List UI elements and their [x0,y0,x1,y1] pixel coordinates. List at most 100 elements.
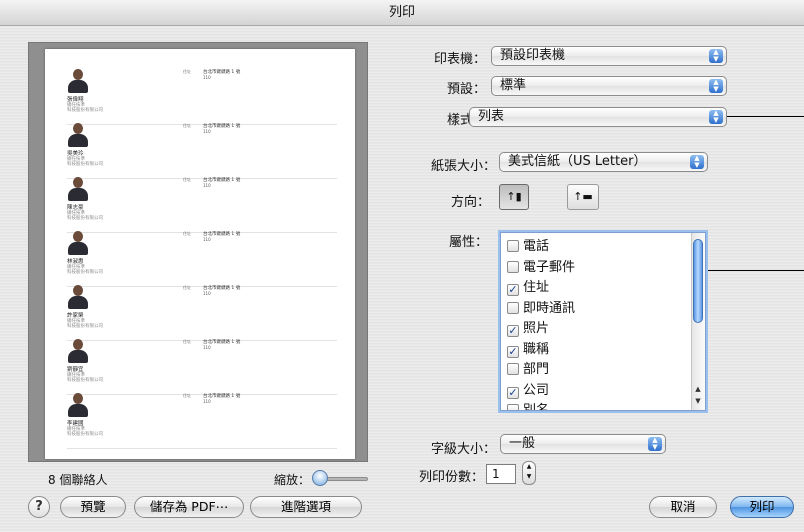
attribute-item[interactable]: 別名 [507,401,550,411]
contact-address-label: 住址 [183,123,191,128]
font-size-popup[interactable]: 一般 ▲ ▼ [500,434,666,454]
orientation-landscape-button[interactable]: ↑▬ [567,184,599,210]
contact-photo [67,339,89,363]
contact-photo [67,285,89,309]
printer-popup[interactable]: 預設印表機 ▲ ▼ [491,46,727,66]
contact-company: 科技股份有限公司 [67,108,103,113]
presets-value: 標準 [500,78,527,93]
attribute-item[interactable]: 部門 [507,360,549,380]
attribute-item[interactable]: 即時通訊 [507,299,575,319]
attribute-item[interactable]: ✓ 職稱 [507,340,549,360]
preview-contact-row: 李建國 總任技準 科技股份有限公司 住址 台北市鍵鍵路 1 號 110 [67,393,337,449]
contact-zip: 110 [203,237,211,242]
attribute-label: 住址 [523,280,550,295]
contact-company: 科技股份有限公司 [67,162,103,167]
scroll-up-arrow-icon[interactable]: ▲ [693,384,703,394]
style-callout-line [727,116,804,117]
advanced-options-button[interactable]: 進階選項 [250,496,362,518]
attribute-label: 即時通訊 [523,300,576,316]
paper-size-label: 紙張大小： [430,159,496,174]
contact-photo [67,177,89,201]
attribute-checkbox[interactable]: ✓ [507,386,519,399]
attribute-checkbox[interactable] [507,363,519,375]
attribute-label: 別名 [523,403,550,411]
preview-contact-row: 吳美玲 總任技準 科技股份有限公司 住址 台北市鍵鍵路 1 號 110 [67,123,337,179]
style-value: 列表 [478,109,505,124]
copies-stepper[interactable]: ▲ ▼ [522,461,536,485]
contact-count: 8 個聯絡人 [48,473,108,487]
printer-value: 預設印表機 [500,48,566,63]
attribute-checkbox[interactable] [507,240,519,252]
cancel-button[interactable]: 取消 [649,496,717,518]
attributes-scrollbar[interactable]: ▲ ▼ [691,233,705,410]
preview-pane: 張偉翔 總任技準 科技股份有限公司 住址 台北市鍵鍵路 1 號 110 吳美玲 總任技準 科技股… [28,42,368,462]
scroll-down-arrow-icon[interactable]: ▼ [693,396,703,406]
contact-company: 科技股份有限公司 [67,270,103,275]
preview-contact-row: 劉靜宜 總任技準 科技股份有限公司 住址 台北市鍵鍵路 1 號 110 [67,339,337,395]
attribute-item[interactable]: 電子郵件 [507,258,575,278]
contact-zip: 110 [203,129,211,134]
preview-contact-row: 許家榮 總任技準 科技股份有限公司 住址 台北市鍵鍵路 1 號 110 [67,285,337,341]
paper-size-value: 美式信紙（US Letter） [508,154,647,169]
copies-input[interactable]: 1 [486,464,516,484]
preview-button[interactable]: 預覽 [60,496,126,518]
attribute-label: 電子郵件 [523,259,576,275]
contact-company: 科技股份有限公司 [67,324,103,329]
attribute-item[interactable]: 電話 [507,237,549,257]
attribute-checkbox[interactable] [507,260,519,273]
save-as-pdf-button[interactable]: 儲存為 PDF⋯ [134,496,244,518]
attribute-checkbox[interactable]: ✓ [507,345,519,358]
contact-address-label: 住址 [183,177,191,182]
presets-label: 預設： [446,82,486,97]
contact-zip: 110 [203,183,211,188]
attribute-item[interactable]: ✓ 照片 [507,319,549,339]
print-button[interactable]: 列印 [730,496,794,518]
attributes-list[interactable]: 別名 ✓ 公司 部門 ✓ 職稱 ✓ 照片 即時通訊 ✓ 住址 電子郵件 電話 ▲ ▼ [500,232,706,411]
contact-zip: 110 [203,345,211,350]
presets-popup[interactable]: 標準 ▲ ▼ [491,76,727,96]
style-popup[interactable]: 列表 ▲ ▼ [469,107,727,127]
contact-photo [67,393,89,417]
attribute-item[interactable]: ✓ 住址 [507,278,549,298]
popup-arrows-icon: ▲ ▼ [690,155,704,169]
popup-arrows-icon: ▲ ▼ [648,437,662,451]
contact-address-label: 住址 [183,339,191,344]
font-size-value: 一般 [509,436,536,451]
contact-zip: 110 [203,75,211,80]
contact-address-label: 住址 [183,285,191,290]
popup-arrows-icon: ▲ ▼ [709,79,723,93]
zoom-slider-knob[interactable] [312,470,328,486]
attributes-callout-line [708,270,804,271]
landscape-icon: ↑▬ [573,190,593,203]
contact-photo [67,123,89,147]
contact-address-label: 住址 [183,231,191,236]
attributes-label: 屬性： [448,235,488,250]
contact-company: 科技股份有限公司 [67,432,103,437]
contact-address-label: 住址 [183,393,191,398]
attribute-label: 電話 [523,239,550,254]
attribute-label: 職稱 [523,341,550,357]
attribute-checkbox[interactable]: ✓ [507,325,519,337]
contact-zip: 110 [203,399,211,404]
preview-contact-row: 林淑惠 總任技準 科技股份有限公司 住址 台北市鍵鍵路 1 號 110 [67,231,337,287]
zoom-label: 縮放： [274,473,311,487]
paper-size-popup[interactable]: 美式信紙（US Letter） ▲ ▼ [499,152,708,172]
attribute-checkbox[interactable] [507,301,519,314]
popup-arrows-icon: ▲ ▼ [709,49,723,63]
portrait-icon: ↑▮ [506,190,522,203]
preview-contact-row: 張偉翔 總任技準 科技股份有限公司 住址 台北市鍵鍵路 1 號 110 [67,69,337,125]
contact-address-label: 住址 [183,69,191,74]
attribute-checkbox[interactable] [507,404,519,410]
window-title: 列印 [0,0,804,26]
attribute-label: 照片 [523,321,550,336]
help-button[interactable]: ? [28,496,50,518]
popup-arrows-icon: ▲ ▼ [709,110,723,124]
attribute-checkbox[interactable]: ✓ [507,284,519,296]
orientation-label: 方向： [450,195,490,210]
orientation-portrait-button[interactable]: ↑▮ [499,184,529,210]
attribute-item[interactable]: ✓ 公司 [507,381,549,401]
attribute-label: 部門 [523,362,550,377]
contact-company: 科技股份有限公司 [67,378,103,383]
preview-contact-row: 陳志豪 總任技準 科技股份有限公司 住址 台北市鍵鍵路 1 號 110 [67,177,337,233]
scroll-thumb[interactable] [693,239,703,323]
